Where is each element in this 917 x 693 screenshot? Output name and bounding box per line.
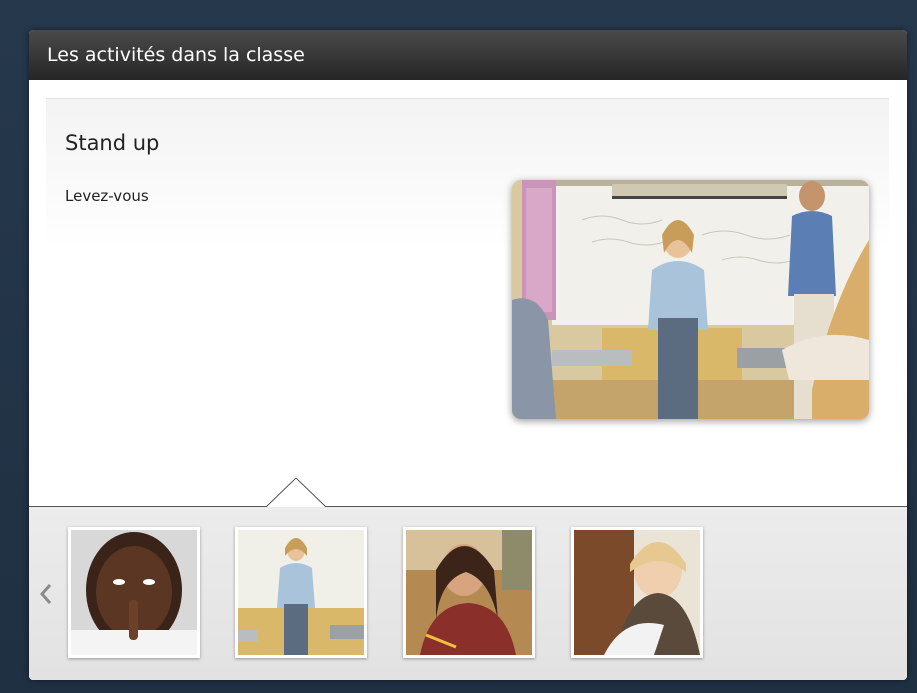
thumbnail-write[interactable] [403,527,535,658]
chevron-left-icon[interactable] [37,581,55,607]
selection-pointer [266,478,326,508]
main-photo [512,180,869,419]
student-writing-photo [406,530,532,655]
activity-title: Stand up [65,131,160,155]
student-finger-on-lips-photo [71,530,197,655]
student-reading-photo [574,530,700,655]
title-bar: Les activités dans la classe [29,30,907,80]
window-title: Les activités dans la classe [47,44,305,66]
activity-translation: Levez-vous [65,187,149,205]
student-standing-photo [238,530,364,655]
thumbnail-read[interactable] [571,527,703,658]
thumbnail-stand-up[interactable] [235,527,367,658]
activity-panel: Les activités dans la classe Stand up Le… [29,30,907,680]
classroom-standing-photo [512,180,869,419]
thumbnail-quiet[interactable] [68,527,200,658]
